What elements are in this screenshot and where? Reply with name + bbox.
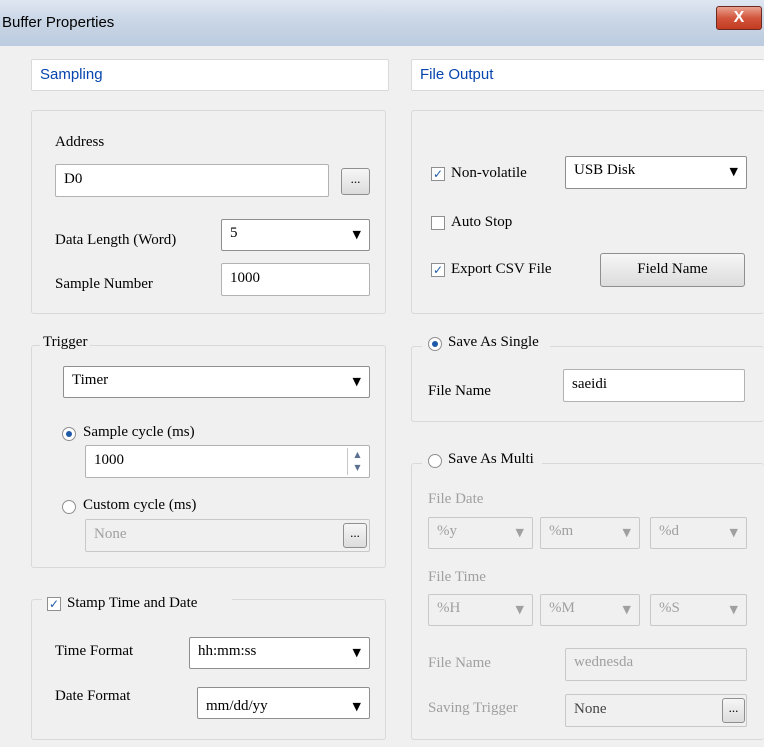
spin-down-icon[interactable]: ▼ — [348, 461, 367, 474]
chevron-down-icon: ▼ — [622, 526, 631, 539]
time-format-select[interactable]: hh:mm:ss ▼ — [189, 637, 370, 669]
field-name-button[interactable]: Field Name — [600, 253, 745, 287]
sample-cycle-label: Sample cycle (ms) — [83, 424, 195, 440]
chevron-down-icon: ▼ — [729, 603, 738, 616]
non-volatile-label: Non-volatile — [451, 165, 527, 181]
multi-file-name-label: File Name — [428, 655, 491, 671]
date-m-select[interactable]: %m ▼ — [540, 517, 640, 549]
export-csv-label: Export CSV File — [451, 261, 552, 277]
time-m-select[interactable]: %M ▼ — [540, 594, 640, 626]
date-format-label: Date Format — [55, 688, 131, 704]
sample-number-input[interactable]: 1000 — [221, 263, 370, 296]
sampling-header: Sampling — [31, 59, 389, 91]
sample-cycle-spinner[interactable]: ▲ ▼ — [347, 448, 367, 475]
non-volatile-checkbox[interactable]: ✓ — [431, 167, 445, 181]
storage-select[interactable]: USB Disk ▼ — [565, 156, 747, 189]
custom-cycle-radio[interactable] — [62, 500, 76, 514]
file-date-label: File Date — [428, 491, 484, 507]
sample-cycle-value: 1000 — [94, 452, 124, 468]
storage-value: USB Disk — [574, 162, 636, 178]
date-d-value: %d — [659, 523, 679, 539]
date-y-select[interactable]: %y ▼ — [428, 517, 533, 549]
chevron-down-icon: ▼ — [515, 526, 524, 539]
chevron-down-icon: ▼ — [352, 228, 361, 241]
saving-trigger-input: None — [565, 694, 747, 727]
date-m-value: %m — [549, 523, 574, 539]
time-h-value: %H — [437, 600, 461, 616]
saving-trigger-value: None — [574, 701, 607, 717]
single-file-name-input[interactable]: saeidi — [563, 369, 745, 402]
address-input[interactable]: D0 — [55, 164, 329, 197]
custom-cycle-value: None — [94, 526, 127, 542]
data-length-label: Data Length (Word) — [55, 232, 177, 248]
save-single-radio[interactable] — [428, 337, 442, 351]
save-multi-radio[interactable] — [428, 454, 442, 468]
sample-cycle-input[interactable]: 1000 ▲ ▼ — [85, 445, 370, 478]
custom-cycle-label: Custom cycle (ms) — [83, 497, 197, 513]
address-label: Address — [55, 134, 105, 150]
date-format-select[interactable]: mm/dd/yy ▼ — [197, 687, 370, 719]
saving-trigger-label: Saving Trigger — [428, 700, 518, 716]
stamp-checkbox[interactable]: ✓ — [47, 597, 61, 611]
time-m-value: %M — [549, 600, 575, 616]
close-button[interactable]: X — [716, 6, 762, 30]
time-h-select[interactable]: %H ▼ — [428, 594, 533, 626]
save-multi-label: Save As Multi — [448, 451, 534, 467]
data-length-value: 5 — [230, 225, 238, 241]
chevron-down-icon: ▼ — [515, 603, 524, 616]
spin-up-icon[interactable]: ▲ — [348, 448, 367, 461]
sample-cycle-radio[interactable] — [62, 427, 76, 441]
file-time-label: File Time — [428, 569, 486, 585]
chevron-down-icon: ▼ — [352, 646, 361, 659]
stamp-label: Stamp Time and Date — [67, 595, 198, 611]
custom-cycle-input: None — [85, 519, 370, 552]
time-format-label: Time Format — [55, 643, 134, 659]
auto-stop-label: Auto Stop — [451, 214, 513, 230]
auto-stop-checkbox[interactable] — [431, 216, 445, 230]
saving-trigger-browse-button[interactable]: ... — [722, 698, 745, 723]
chevron-down-icon: ▼ — [729, 526, 738, 539]
save-single-label: Save As Single — [448, 334, 539, 350]
window-title: Buffer Properties — [2, 14, 115, 31]
trigger-mode-select[interactable]: Timer ▼ — [63, 366, 370, 398]
time-s-select[interactable]: %S ▼ — [650, 594, 747, 626]
export-csv-checkbox[interactable]: ✓ — [431, 263, 445, 277]
address-browse-button[interactable]: ... — [341, 168, 370, 195]
custom-cycle-browse-button[interactable]: ... — [343, 523, 367, 548]
single-file-name-label: File Name — [428, 383, 491, 399]
file-output-header: File Output — [411, 59, 764, 91]
sample-number-label: Sample Number — [55, 276, 153, 292]
date-format-value: mm/dd/yy — [206, 698, 268, 714]
title-bar — [0, 0, 764, 46]
chevron-down-icon: ▼ — [352, 375, 361, 388]
trigger-group-label: Trigger — [40, 334, 91, 351]
multi-file-name-input[interactable]: wednesda — [565, 648, 747, 681]
trigger-mode-value: Timer — [72, 372, 109, 388]
chevron-down-icon: ▼ — [352, 700, 361, 713]
data-length-select[interactable]: 5 ▼ — [221, 219, 370, 251]
time-format-value: hh:mm:ss — [198, 643, 257, 659]
date-y-value: %y — [437, 523, 457, 539]
chevron-down-icon: ▼ — [729, 165, 738, 178]
time-s-value: %S — [659, 600, 680, 616]
date-d-select[interactable]: %d ▼ — [650, 517, 747, 549]
chevron-down-icon: ▼ — [622, 603, 631, 616]
